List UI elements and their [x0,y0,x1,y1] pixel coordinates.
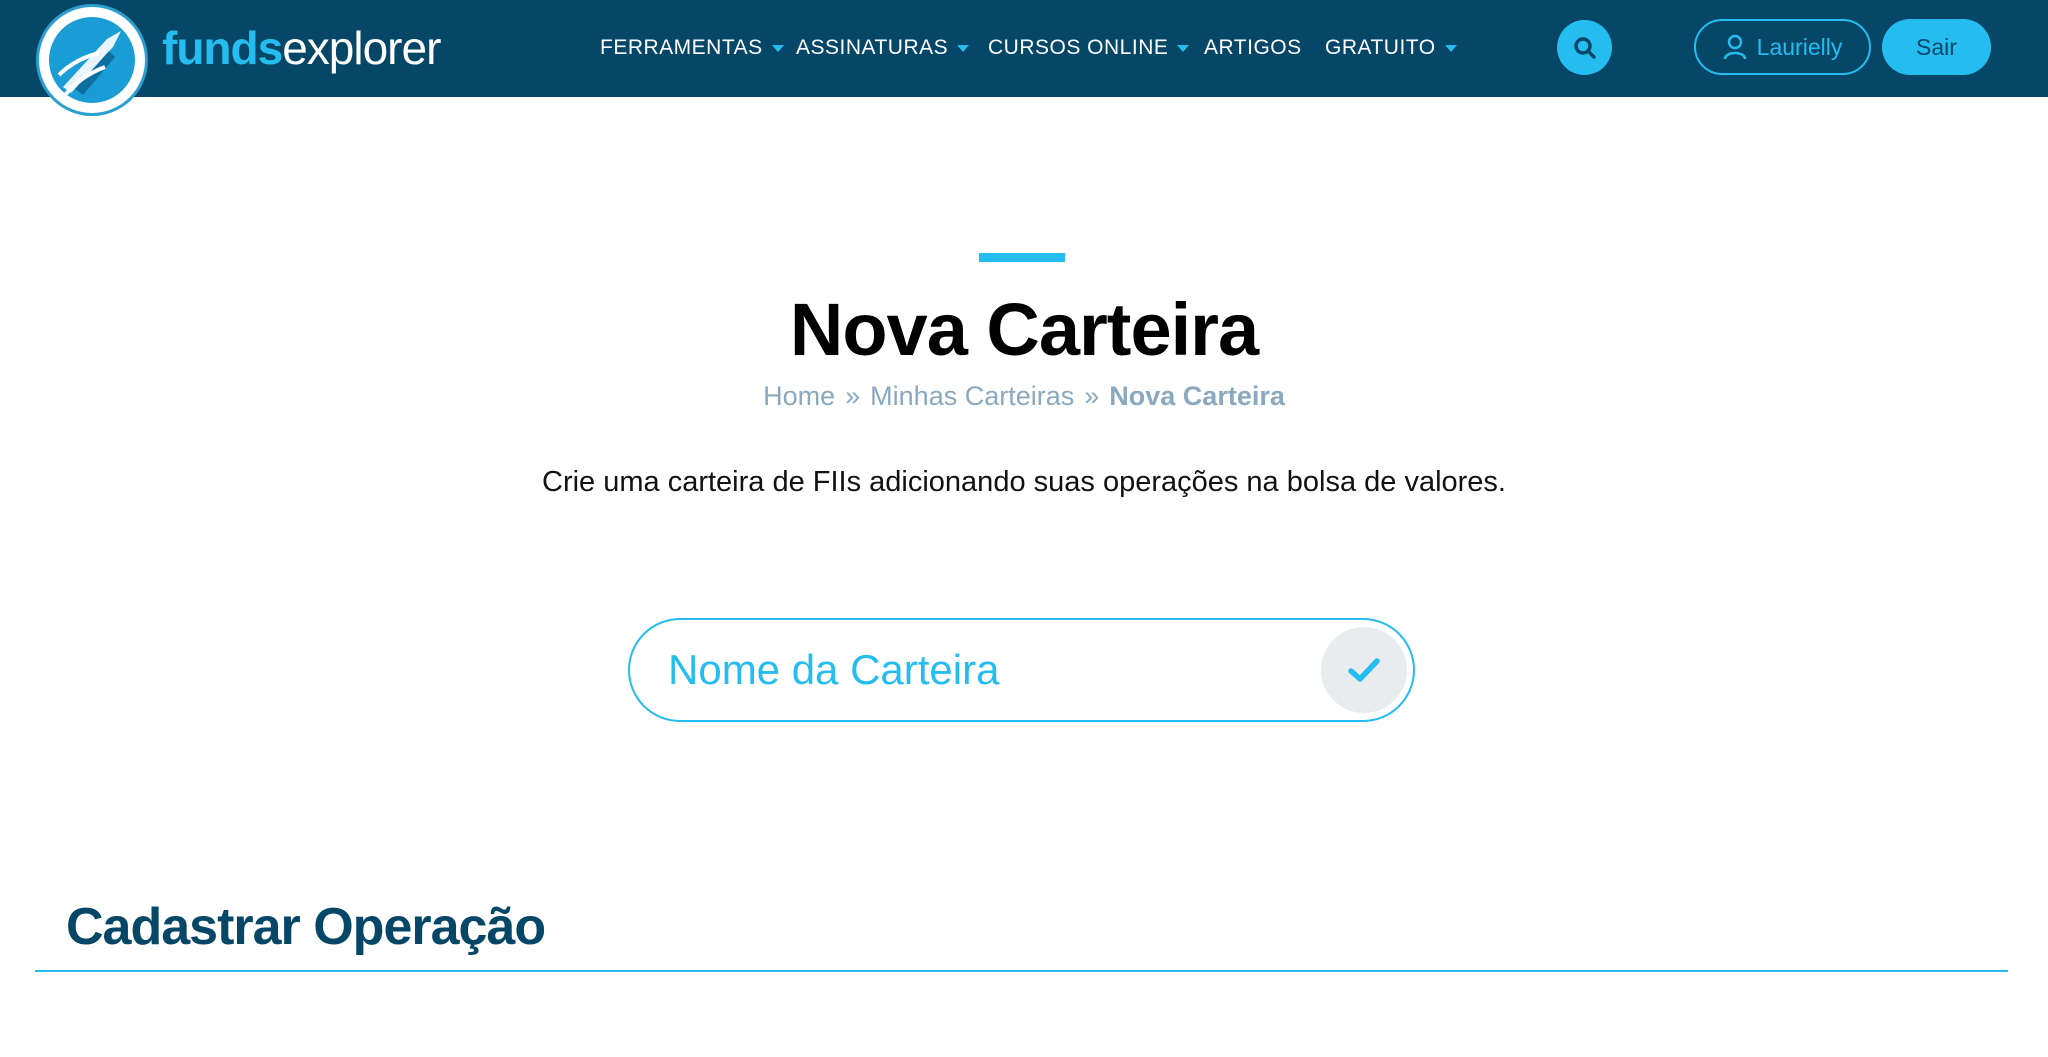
user-account-button[interactable]: Laurielly [1694,19,1871,75]
caret-down-icon [1444,44,1457,52]
nav-item-assinaturas[interactable]: ASSINATURAS [796,27,970,69]
nav-item-label: CURSOS ONLINE [988,36,1169,59]
nav-item-cursos-online[interactable]: CURSOS ONLINE [988,27,1190,69]
title-accent-bar [979,253,1065,262]
logo-emblem[interactable] [36,4,148,116]
breadcrumb-item-current: Nova Carteira [1109,381,1285,411]
caret-down-icon [771,44,784,52]
page-title: Nova Carteira [789,288,1259,371]
rocket-logo-icon [49,17,135,103]
logout-label: Sair [1916,33,1957,60]
breadcrumb-separator: » [845,381,861,411]
check-icon [1348,658,1380,682]
wallet-name-field [628,618,1415,722]
section-title-cadastrar-operacao: Cadastrar Operação [66,898,546,956]
user-icon [1723,34,1746,60]
nav-item-label: ASSINATURAS [796,36,949,59]
confirm-wallet-name-button[interactable] [1321,627,1407,713]
caret-down-icon [957,44,970,52]
nav-item-ferramentas[interactable]: FERRAMENTAS [600,27,784,69]
caret-down-icon [1177,44,1190,52]
breadcrumb: Home » Minhas Carteiras » Nova Carteira [0,376,2048,416]
nav-item-label: FERRAMENTAS [600,36,763,59]
wallet-name-input[interactable] [668,638,1288,702]
logout-button[interactable]: Sair [1882,19,1991,75]
breadcrumb-separator: » [1084,381,1100,411]
top-navbar: fundsexplorer FERRAMENTAS ASSINATURAS CU… [0,0,2048,116]
search-icon [1573,36,1596,59]
search-button[interactable] [1557,20,1612,75]
nav-item-label: GRATUITO [1325,36,1436,59]
breadcrumb-item-minhas-carteiras[interactable]: Minhas Carteiras [870,381,1074,411]
breadcrumb-item-home[interactable]: Home [763,381,835,411]
section-divider [35,970,2008,972]
nav-item-artigos[interactable]: ARTIGOS [1204,27,1302,69]
logo-text-funds: funds [162,22,283,74]
nav-item-label: ARTIGOS [1204,36,1302,59]
nav-item-gratuito[interactable]: GRATUITO [1325,27,1457,69]
page-description: Crie uma carteira de FIIs adicionando su… [542,466,1506,498]
logo-wordmark[interactable]: fundsexplorer [162,18,441,78]
logo-text-explorer: explorer [282,22,441,74]
user-name: Laurielly [1756,33,1843,60]
